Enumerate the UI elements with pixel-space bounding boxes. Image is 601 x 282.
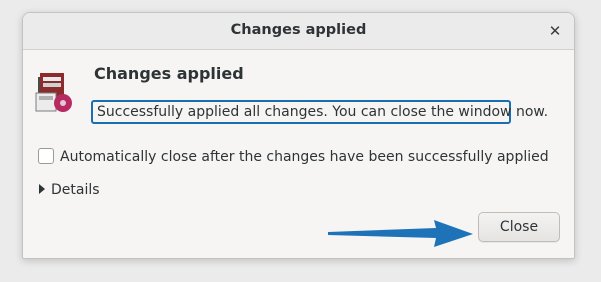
window-title: Changes applied (230, 22, 367, 38)
dialog-window: Changes applied ✕ Changes applied Succes… (22, 12, 575, 259)
titlebar: Changes applied ✕ (23, 13, 574, 50)
auto-close-label: Automatically close after the changes ha… (60, 149, 549, 165)
dialog-heading: Changes applied (94, 64, 244, 83)
close-icon[interactable]: ✕ (546, 22, 564, 40)
package-disk-icon (35, 73, 72, 112)
expander-arrow-icon (39, 184, 45, 194)
details-label: Details (51, 182, 100, 198)
desktop: Changes applied ✕ Changes applied Succes… (0, 0, 601, 282)
annotation-arrow-icon (328, 220, 473, 247)
details-expander[interactable]: Details (39, 182, 100, 198)
close-button[interactable]: Close (478, 212, 560, 242)
auto-close-checkbox[interactable] (38, 148, 54, 164)
auto-close-option[interactable]: Automatically close after the changes ha… (38, 148, 549, 167)
status-message: Successfully applied all changes. You ca… (91, 100, 548, 124)
